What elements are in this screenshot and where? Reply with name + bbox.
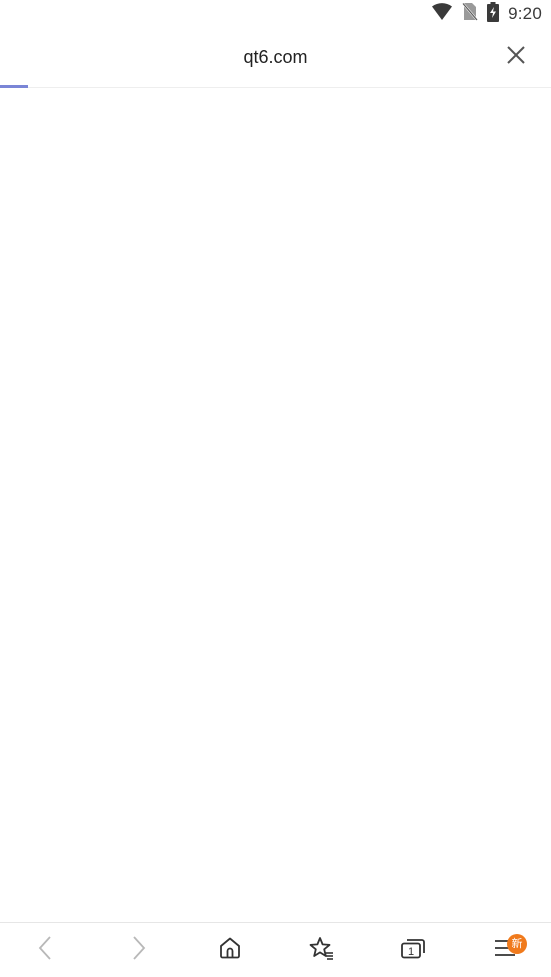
home-icon bbox=[218, 936, 242, 965]
menu-button[interactable]: 新 bbox=[480, 925, 530, 975]
home-button[interactable] bbox=[205, 925, 255, 975]
close-icon bbox=[506, 45, 526, 70]
web-content[interactable] bbox=[0, 88, 551, 922]
bookmarks-button[interactable] bbox=[296, 925, 346, 975]
status-time: 9:20 bbox=[508, 4, 542, 23]
status-icons: 9:20 bbox=[431, 1, 542, 27]
forward-icon bbox=[128, 935, 148, 966]
close-button[interactable] bbox=[501, 42, 531, 72]
bottom-toolbar: 1 新 bbox=[0, 922, 551, 977]
new-badge: 新 bbox=[507, 934, 528, 954]
forward-button[interactable] bbox=[113, 925, 163, 975]
tabs-button[interactable]: 1 bbox=[388, 925, 438, 975]
no-sim-icon bbox=[461, 2, 479, 26]
status-bar: 9:20 bbox=[0, 0, 551, 30]
back-icon bbox=[36, 935, 56, 966]
back-button[interactable] bbox=[21, 925, 71, 975]
tabs-count: 1 bbox=[408, 946, 414, 958]
page-title: qt6.com bbox=[243, 47, 308, 67]
top-bar: qt6.com bbox=[0, 30, 551, 88]
browser-screen: 9:20 qt6.com 1 新 bbox=[0, 0, 551, 977]
wifi-icon bbox=[431, 2, 453, 26]
bookmarks-icon bbox=[308, 936, 334, 965]
battery-charging-icon bbox=[487, 1, 500, 27]
tabs-icon: 1 bbox=[400, 936, 426, 965]
